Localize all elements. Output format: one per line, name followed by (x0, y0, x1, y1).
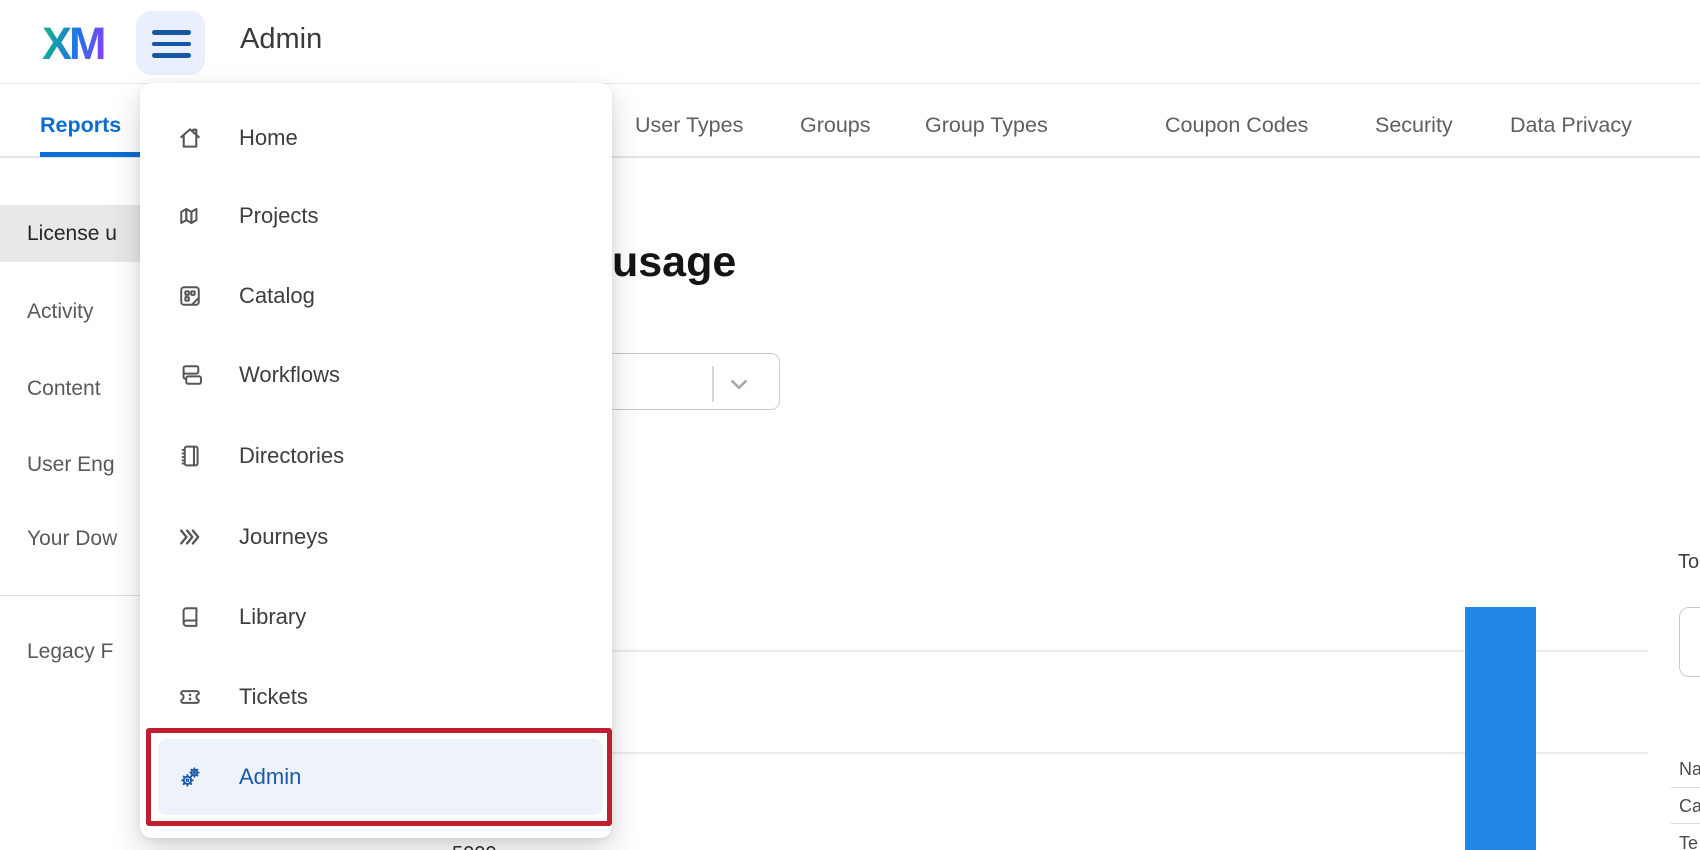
tab-security[interactable]: Security (1375, 113, 1453, 138)
chart-bar (1465, 607, 1536, 850)
home-icon (176, 124, 204, 152)
menu-item-projects[interactable]: Projects (140, 196, 612, 236)
sidebar-item-user-engagement[interactable]: User Eng (27, 453, 115, 477)
tab-user-types[interactable]: User Types (635, 113, 743, 138)
page-title: Admin (240, 23, 322, 56)
menu-item-library[interactable]: Library (140, 597, 612, 637)
menu-item-catalog[interactable]: Catalog (140, 276, 612, 316)
menu-item-tickets[interactable]: Tickets (140, 677, 612, 717)
global-nav-menu: Home Projects Catalog (140, 83, 612, 838)
legend-row-category: Ca (1679, 796, 1700, 817)
axis-tick-label: 5000 (452, 843, 497, 850)
workflows-icon (176, 361, 204, 389)
dropdown-inner-divider (712, 366, 714, 402)
tab-groups[interactable]: Groups (800, 113, 871, 138)
legend-divider (1671, 787, 1700, 788)
active-tab-underline (40, 152, 140, 157)
legend-row-team: Te (1679, 833, 1698, 850)
chevron-down-icon[interactable] (726, 371, 752, 397)
legend-divider (1671, 823, 1700, 824)
sidebar-item-content[interactable]: Content (27, 377, 101, 401)
hamburger-menu-button[interactable] (136, 11, 205, 75)
journeys-icon (176, 523, 204, 551)
right-panel-label: To (1678, 551, 1699, 574)
menu-item-journeys[interactable]: Journeys (140, 517, 612, 557)
sidebar-item-legacy[interactable]: Legacy F (27, 640, 113, 664)
admin-gears-icon (176, 763, 204, 791)
projects-icon (176, 202, 204, 230)
tickets-icon (176, 683, 204, 711)
hamburger-icon (152, 30, 191, 35)
content-heading: usage (612, 238, 736, 287)
menu-item-directories[interactable]: Directories (140, 436, 612, 476)
legend-row-name: Na (1679, 759, 1700, 780)
tab-coupon-codes[interactable]: Coupon Codes (1165, 113, 1308, 138)
tab-reports[interactable]: Reports (40, 113, 121, 138)
directories-icon (176, 442, 204, 470)
library-icon (176, 603, 204, 631)
xm-logo: XM (42, 18, 104, 70)
menu-item-workflows[interactable]: Workflows (140, 355, 612, 395)
tab-group-types[interactable]: Group Types (925, 113, 1048, 138)
sidebar-item-license-usage[interactable]: License u (27, 222, 117, 246)
sidebar-item-activity[interactable]: Activity (27, 300, 94, 324)
menu-item-admin[interactable]: Admin (140, 757, 612, 797)
tab-data-privacy[interactable]: Data Privacy (1510, 113, 1632, 138)
catalog-icon (176, 282, 204, 310)
sidebar-item-your-downloads[interactable]: Your Dow (27, 527, 117, 551)
menu-item-home[interactable]: Home (140, 118, 612, 158)
right-panel-input[interactable] (1679, 607, 1700, 677)
admin-screen: XM Admin Reports User Types Groups Group… (0, 0, 1700, 850)
